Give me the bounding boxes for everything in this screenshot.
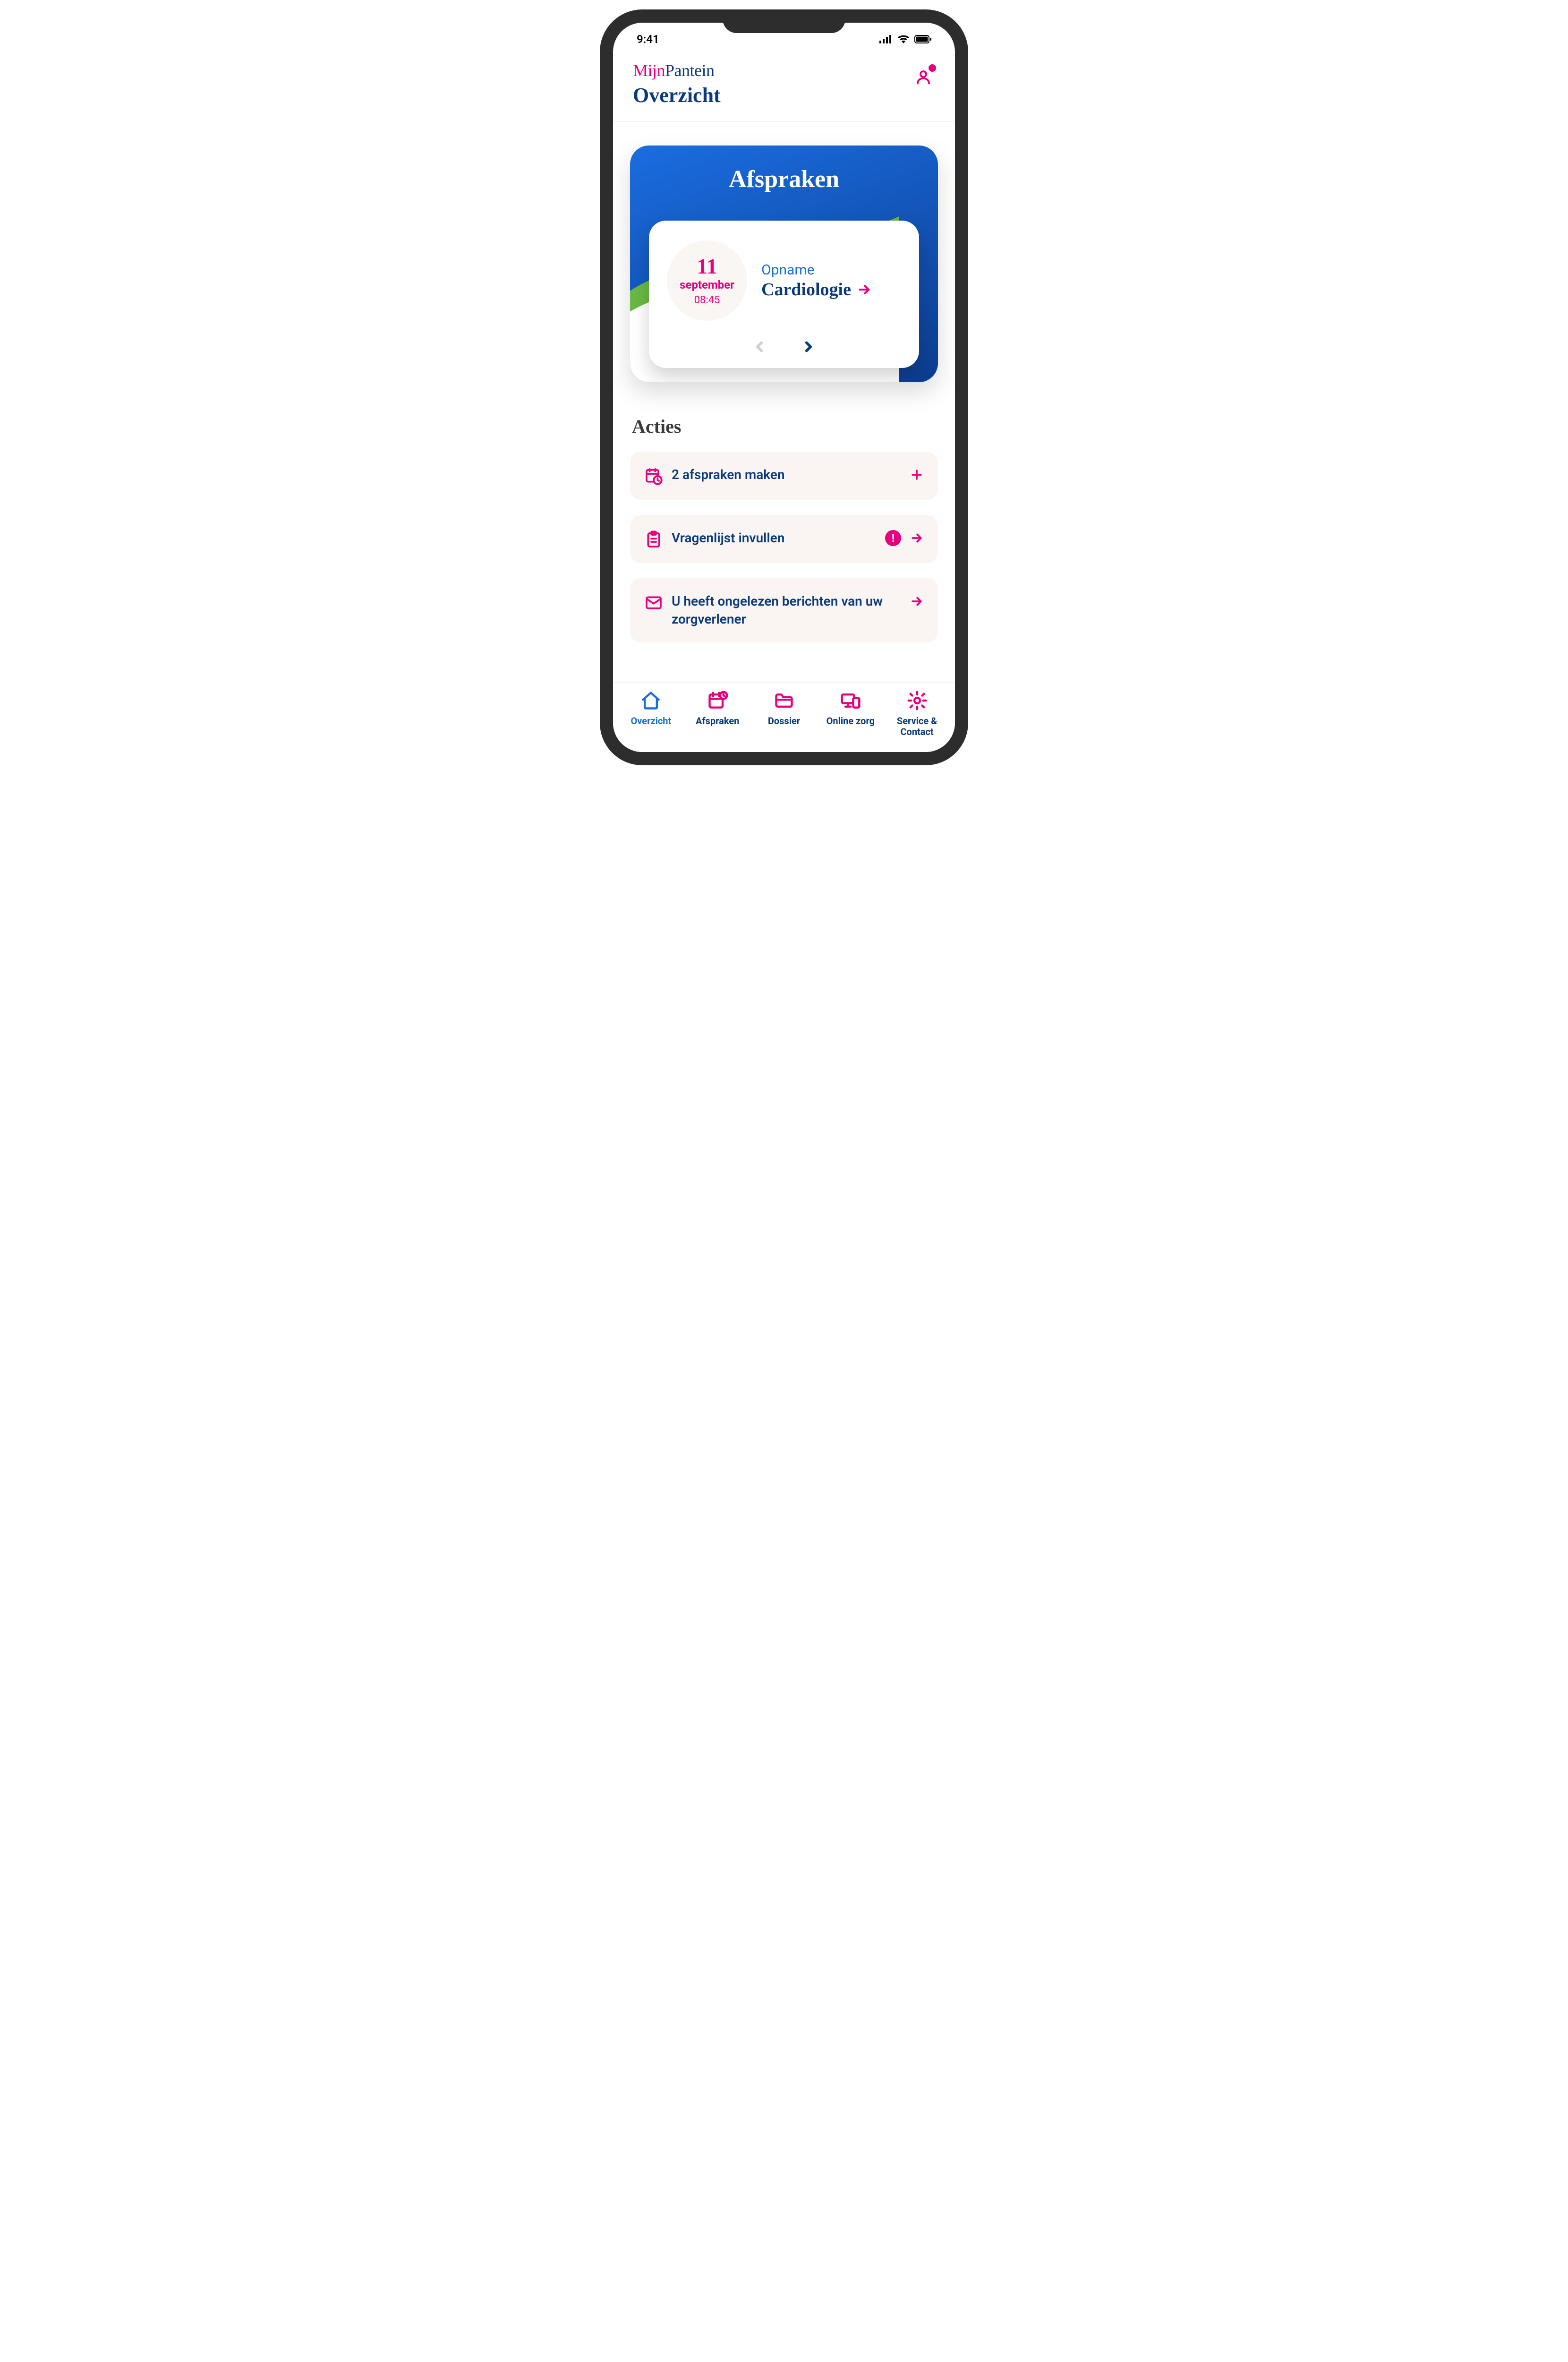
appointment-department-row: Cardiologie <box>761 279 901 300</box>
wifi-icon <box>897 35 910 43</box>
signal-icon <box>879 35 893 43</box>
appointment-info: Opname Cardiologie <box>761 262 901 300</box>
appointment-time: 08:45 <box>694 294 720 306</box>
appointment-department: Cardiologie <box>761 279 851 300</box>
devices-icon <box>840 690 861 711</box>
arrow-right-icon <box>910 531 924 545</box>
tab-label: Online zorg <box>827 716 875 727</box>
profile-button[interactable] <box>912 65 935 89</box>
logo-part-pantein: Pantein <box>665 61 714 80</box>
chevron-right-icon[interactable] <box>801 339 817 355</box>
appointment-type: Opname <box>761 262 901 278</box>
action-label: 2 afspraken maken <box>672 466 901 484</box>
action-label: U heeft ongelezen berichten van uw zorgv… <box>672 592 901 628</box>
arrow-right-icon <box>857 282 872 297</box>
acties-title: Acties <box>632 415 936 437</box>
afspraken-title: Afspraken <box>630 145 938 221</box>
status-icons <box>879 35 931 43</box>
tab-label: Overzicht <box>631 716 672 727</box>
appointment-pager <box>667 339 901 355</box>
tab-label: Afspraken <box>696 716 739 727</box>
alert-icon: ! <box>885 530 901 546</box>
appointment-date: 11 september 08:45 <box>667 240 747 321</box>
clipboard-icon <box>644 530 663 549</box>
page-title: Overzicht <box>633 83 935 107</box>
tab-overzicht[interactable]: Overzicht <box>618 690 684 727</box>
tab-label: Dossier <box>768 716 800 727</box>
appointment-card[interactable]: 11 september 08:45 Opname Cardiologie <box>649 221 919 368</box>
notification-dot <box>929 64 936 72</box>
chevron-left-icon[interactable] <box>751 339 767 355</box>
arrow-right-icon <box>910 594 924 608</box>
calendar-icon <box>707 690 728 711</box>
appointment-day: 11 <box>697 256 717 277</box>
device-notch <box>723 9 845 33</box>
battery-icon <box>914 35 931 43</box>
app-logo: MijnPantein <box>633 60 935 80</box>
tab-service-contact[interactable]: Service & Contact <box>884 690 950 737</box>
action-make-appointments[interactable]: 2 afspraken maken <box>630 452 938 500</box>
home-icon <box>640 690 661 711</box>
action-label: Vragenlijst invullen <box>672 529 872 547</box>
action-unread-messages[interactable]: U heeft ongelezen berichten van uw zorgv… <box>630 578 938 642</box>
person-icon <box>915 68 932 86</box>
screen: 9:41 MijnPantein Overzicht <box>613 23 955 752</box>
tab-afspraken[interactable]: Afspraken <box>684 690 751 727</box>
device-frame: 9:41 MijnPantein Overzicht <box>600 9 968 765</box>
status-time: 9:41 <box>637 33 659 46</box>
tab-online-zorg[interactable]: Online zorg <box>817 690 884 727</box>
appointment-month: september <box>680 278 734 291</box>
gear-icon <box>907 690 928 711</box>
calendar-clock-icon <box>644 467 663 486</box>
folder-icon <box>774 690 794 711</box>
action-questionnaire[interactable]: Vragenlijst invullen ! <box>630 515 938 563</box>
main-content: Afspraken 11 september 08:45 Opname Card… <box>613 122 955 682</box>
logo-part-mijn: Mijn <box>633 61 665 80</box>
tab-dossier[interactable]: Dossier <box>751 690 818 727</box>
mail-icon <box>644 593 663 612</box>
afspraken-card: Afspraken 11 september 08:45 Opname Card… <box>630 145 938 382</box>
appointment-row: 11 september 08:45 Opname Cardiologie <box>667 240 901 321</box>
plus-icon <box>910 468 924 482</box>
tab-bar: Overzicht Afspraken Dossier Online zorg … <box>613 682 955 752</box>
tab-label: Service & Contact <box>884 716 950 737</box>
app-header: MijnPantein Overzicht <box>613 51 955 122</box>
